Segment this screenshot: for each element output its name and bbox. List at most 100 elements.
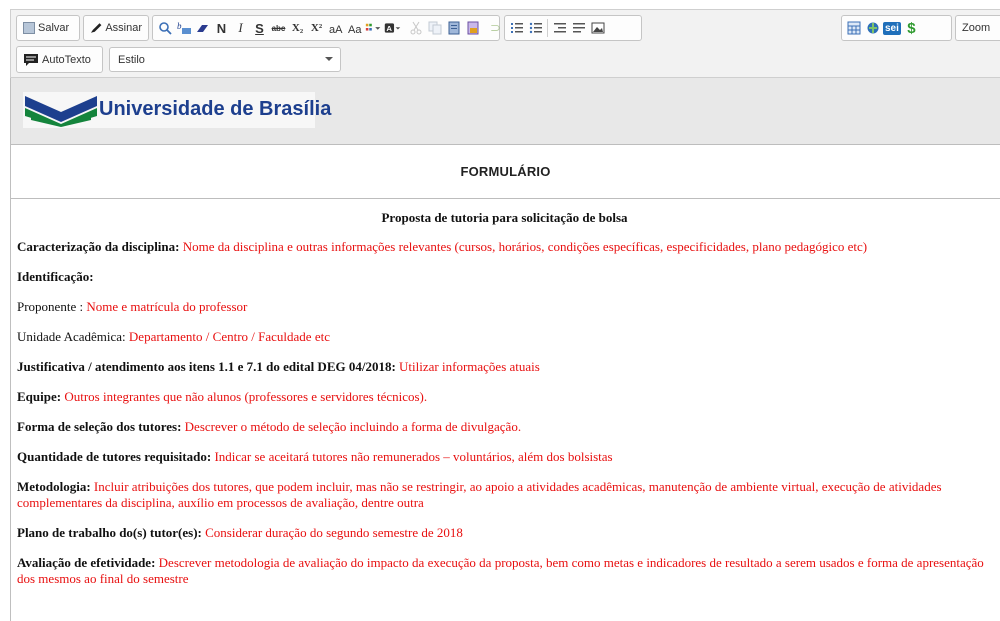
field-plano-trabalho: Plano de trabalho do(s) tutor(es): Consi… [17, 525, 992, 541]
field-label: Unidade Acadêmica: [17, 329, 126, 344]
save-label: Salvar [38, 22, 70, 34]
field-equipe: Equipe: Outros integrantes que não aluno… [17, 389, 992, 405]
list-color-button[interactable] [365, 18, 382, 38]
chevron-down-icon [325, 57, 333, 61]
table-icon [847, 21, 860, 35]
insert-group: sei $ [841, 15, 952, 41]
find-icon [158, 22, 172, 35]
sei-button[interactable]: sei [883, 18, 901, 38]
outdent-button[interactable] [551, 18, 568, 38]
dollar-icon: $ [907, 19, 916, 37]
numbered-list-button[interactable] [508, 18, 525, 38]
field-label: Metodologia: [17, 479, 91, 494]
editor-toolbar: Salvar Assinar b N I S abc X₂ X² aA Aa A… [10, 9, 1000, 78]
list-group [504, 15, 642, 41]
undo-button[interactable]: ⊃ [487, 18, 504, 38]
indent-button[interactable] [570, 18, 587, 38]
eraser-icon [196, 25, 208, 32]
field-label: Identificação: [17, 269, 94, 284]
font-size-a-icon: aA [329, 24, 343, 35]
table-button[interactable] [845, 18, 862, 38]
undo-icon: ⊃ [490, 20, 501, 36]
superscript-button[interactable]: X² [308, 18, 325, 38]
field-value: Incluir atribuições dos tutores, que pod… [17, 479, 942, 510]
form-body[interactable]: Proposta de tutoria para solicitação de … [17, 210, 992, 587]
bold-button[interactable]: N [213, 18, 230, 38]
sign-group: Assinar [83, 15, 149, 41]
cut-button[interactable] [407, 18, 424, 38]
field-label: Forma de seleção dos tutores: [17, 419, 182, 434]
sei-label: sei [883, 21, 901, 35]
font-size-small-icon: Aa [348, 24, 362, 35]
field-value: Considerar duração do segundo semestre d… [205, 525, 463, 540]
font-size-a-button[interactable]: aA [327, 18, 344, 38]
form-title: FORMULÁRIO [460, 163, 551, 179]
field-value: Descrever o método de seleção incluindo … [184, 419, 522, 434]
copy-button[interactable] [426, 18, 443, 38]
list-color-icon [365, 23, 381, 31]
institution-logo: Universidade de Brasília [23, 92, 331, 128]
field-label: Avaliação de efetividade: [17, 555, 156, 570]
field-label: Quantidade de tutores requisitado: [17, 449, 212, 464]
form-subtitle: Proposta de tutoria para solicitação de … [381, 210, 628, 225]
paste-icon [448, 21, 459, 35]
autotext-group: AutoTexto [16, 46, 103, 73]
outdent-icon [553, 23, 566, 33]
svg-text:A: A [386, 24, 392, 33]
subscript-button[interactable]: X₂ [289, 18, 306, 38]
sign-label: Assinar [105, 22, 142, 34]
svg-text:b: b [177, 21, 182, 31]
currency-button[interactable]: $ [903, 18, 920, 38]
field-value: Indicar se aceitará tutores não remunera… [214, 449, 613, 464]
style-select-value: Estilo [118, 53, 145, 66]
sign-button[interactable]: Assinar [87, 18, 145, 38]
italic-button[interactable]: I [232, 18, 249, 38]
document-area[interactable]: Universidade de Brasília FORMULÁRIO Prop… [10, 78, 1000, 621]
replace-icon: b [177, 21, 191, 34]
speech-bubble-icon [24, 53, 38, 66]
field-value: Nome da disciplina e outras informações … [182, 239, 868, 254]
autotext-button[interactable]: AutoTexto [20, 50, 94, 70]
link-icon [867, 22, 878, 34]
field-value: Outros integrantes que não alunos (profe… [64, 389, 428, 404]
link-button[interactable] [864, 18, 881, 38]
image-button[interactable] [589, 18, 606, 38]
autotext-label: AutoTexto [42, 53, 91, 66]
save-icon [23, 22, 35, 34]
field-label: Caracterização da disciplina: [17, 239, 180, 254]
format-group: b N I S abc X₂ X² aA Aa A ⊃ ⊂ ¶ Ω [152, 15, 558, 41]
paste-button[interactable] [445, 18, 462, 38]
institution-name: Universidade de Brasília [99, 98, 332, 120]
find-button[interactable] [156, 18, 173, 38]
indent-icon [572, 23, 585, 33]
save-button[interactable]: Salvar [20, 18, 72, 38]
paste-text-icon [467, 21, 478, 35]
zoom-dropdown[interactable]: Zoom [959, 18, 993, 38]
bullet-list-button[interactable] [527, 18, 544, 38]
text-color-button[interactable]: A [384, 18, 401, 38]
svg-text:aA: aA [329, 24, 343, 35]
field-caracterizacao: Caracterização da disciplina: Nome da di… [17, 239, 992, 255]
field-proponente: Proponente : Nome e matrícula do profess… [17, 299, 992, 315]
strikethrough-button[interactable]: abc [270, 18, 287, 38]
field-unidade-academica: Unidade Acadêmica: Departamento / Centro… [17, 329, 992, 345]
font-size-small-button[interactable]: Aa [346, 18, 363, 38]
underline-button[interactable]: S [251, 18, 268, 38]
pen-icon [90, 23, 102, 33]
replace-button[interactable]: b [175, 18, 192, 38]
style-select[interactable]: Estilo [109, 47, 341, 72]
field-justificativa: Justificativa / atendimento aos itens 1.… [17, 359, 992, 375]
field-label: Equipe: [17, 389, 62, 404]
numbered-list-icon [510, 23, 523, 33]
header-banner: Universidade de Brasília [11, 78, 1000, 145]
field-quantidade-tutores: Quantidade de tutores requisitado: Indic… [17, 449, 992, 465]
paste-text-button[interactable] [464, 18, 481, 38]
field-value: Nome e matrícula do professor [86, 299, 248, 314]
field-value: Departamento / Centro / Faculdade etc [128, 329, 330, 344]
image-icon [591, 22, 604, 34]
field-avaliacao-efetividade: Avaliação de efetividade: Descrever meto… [17, 555, 992, 587]
cut-icon [410, 21, 421, 35]
field-value: Descrever metodologia de avaliação do im… [17, 555, 984, 586]
eraser-button[interactable] [194, 18, 211, 38]
field-label: Justificativa / atendimento aos itens 1.… [17, 359, 396, 374]
